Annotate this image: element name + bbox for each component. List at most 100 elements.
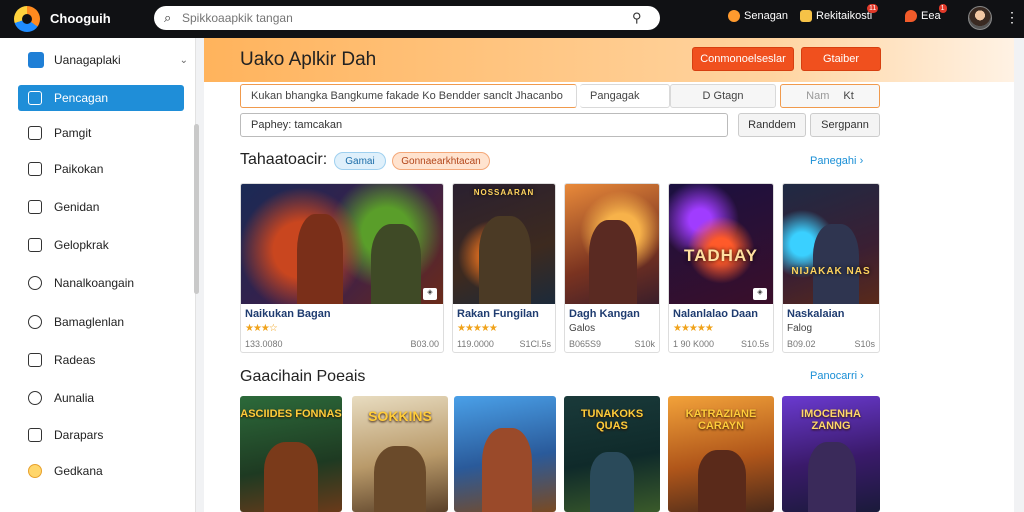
page-title: Uako Aplkir Dah: [240, 49, 377, 70]
card-title: Rakan Fungilan: [457, 308, 539, 320]
sidebar-item-darapars[interactable]: Darapars: [18, 422, 184, 448]
primary-button[interactable]: Conmonoelseslar: [692, 47, 794, 71]
search-bar[interactable]: ⌕ ⚲: [154, 6, 660, 30]
sidebar-item-pencagan[interactable]: Pencagan: [18, 85, 184, 111]
pill-category[interactable]: Gonnaearkhtacan: [392, 152, 490, 170]
pill-gamai[interactable]: Gamai: [334, 152, 386, 170]
more-menu-icon[interactable]: ⋮: [1005, 9, 1019, 26]
card-meta: B09.02 S10s: [787, 339, 875, 349]
sidebar: Uanagaplaki ⌄ Pencagan Pamgit Paikokan G…: [0, 38, 199, 512]
game-card[interactable]: NIJAKAK NAS Naskalaian Falog B09.02 S10s: [782, 183, 880, 353]
main-content: Uako Aplkir Dah Conmonoelseslar Gtaiber …: [204, 38, 1014, 512]
game-logo: SOKKINS: [368, 408, 432, 424]
hero-figure: [482, 428, 532, 512]
coin-icon: [728, 10, 740, 22]
sidebar-item-bamaglenlan[interactable]: Bamaglenlan: [18, 309, 184, 335]
sidebar-item-gelopkrak[interactable]: Gelopkrak: [18, 232, 184, 258]
search-icon: ⌕: [164, 10, 172, 25]
game-tile[interactable]: SOKKINS: [352, 396, 448, 512]
game-tile[interactable]: [454, 396, 556, 512]
chevron-right-icon: ›: [860, 370, 864, 382]
key-icon: [28, 276, 42, 290]
filter-pangagak[interactable]: Pangagak: [580, 84, 670, 108]
card-meta: 133.0080 B03.00: [245, 339, 439, 349]
hero-figure: [589, 220, 637, 304]
filter-text-field[interactable]: Kukan bhangka Bangkume fakade Ko Bendder…: [240, 84, 577, 108]
chevron-right-icon: ›: [859, 155, 864, 167]
sidebar-item-pamgit[interactable]: Pamgit: [18, 120, 184, 146]
filter-row: Kukan bhangka Bangkume fakade Ko Bendder…: [240, 84, 880, 108]
secondary-search-field[interactable]: Paphey: tamcakan: [240, 113, 728, 137]
see-all-link[interactable]: Panegahi ›: [810, 155, 863, 167]
rating-stars: ★★★☆: [245, 323, 278, 334]
card-icon: [28, 126, 42, 140]
sidebar-header[interactable]: Uanagaplaki ⌄: [28, 52, 188, 68]
game-tile[interactable]: KATRAZIANE CARAYN: [668, 396, 774, 512]
filter-name[interactable]: Nam Kt: [780, 84, 880, 108]
sidebar-item-paikokan[interactable]: Paikokan: [18, 156, 184, 182]
sort-button[interactable]: Sergpann: [810, 113, 880, 137]
game-card[interactable]: NOSSAARAN Rakan Fungilan ★★★★★ 119.0000 S…: [452, 183, 556, 353]
card-title: Dagh Kangan: [569, 308, 640, 320]
hero-figure: [297, 214, 343, 304]
hero-figure: [698, 450, 746, 512]
hero-figure: [264, 442, 318, 512]
app-square-icon: [28, 52, 44, 68]
top-bar: Chooguih ⌕ ⚲ Senagan Rekitaikosti 11 Eea…: [0, 0, 1024, 38]
card-subtitle: Galos: [569, 323, 596, 334]
game-card[interactable]: TADHAY ◈ Nalanlalao Daan ★★★★★ 1 90 K000…: [668, 183, 774, 353]
user-icon: [28, 315, 42, 329]
card-meta: B065S9 S10k: [569, 339, 655, 349]
avatar[interactable]: [968, 6, 992, 30]
sidebar-item-genidan[interactable]: Genidan: [18, 194, 184, 220]
card-meta: 119.0000 S1Cl.5s: [457, 339, 551, 349]
smile-icon: [28, 464, 42, 478]
random-button[interactable]: Randdem: [738, 113, 806, 137]
hero-banner: Uako Aplkir Dah Conmonoelseslar Gtaiber: [204, 38, 1014, 82]
sidebar-item-aunalia[interactable]: Aunalia: [18, 385, 184, 411]
sidebar-item-nanalkoangain[interactable]: Nanalkoangain: [18, 270, 184, 296]
chevron-down-icon[interactable]: ⌄: [180, 55, 188, 66]
topbar-label: Eea 1: [921, 4, 947, 22]
sidebar-item-radeas[interactable]: Radeas: [18, 347, 184, 373]
card-title: Naikukan Bagan: [245, 308, 331, 320]
game-tile[interactable]: TUNAKOKS QUAS: [564, 396, 660, 512]
secondary-button[interactable]: Gtaiber: [801, 47, 881, 71]
see-all-link[interactable]: Panocarri ›: [810, 370, 864, 382]
card-meta: 1 90 K000 S10.5s: [673, 339, 769, 349]
topbar-item-senagan[interactable]: Senagan: [728, 10, 788, 22]
hero-figure: [374, 446, 426, 512]
game-logo: IMOCENHA ZANNG: [801, 408, 861, 432]
topbar-item-rekitaikosti[interactable]: Rekitaikosti 11: [800, 4, 879, 22]
topbar-label: Rekitaikosti 11: [816, 4, 879, 22]
game-logo: KATRAZIANE CARAYN: [685, 408, 757, 432]
search-submit-icon[interactable]: ⚲: [632, 10, 650, 26]
pin-icon[interactable]: ◈: [423, 288, 437, 300]
box-icon: [28, 428, 42, 442]
hero-figure: [808, 442, 856, 512]
topbar-item-eea[interactable]: Eea 1: [905, 4, 947, 22]
section-title: Tahaatoacir:: [240, 151, 328, 168]
game-logo: NOSSAARAN: [473, 188, 535, 197]
doc-icon: [28, 162, 42, 176]
flame-icon: [905, 10, 917, 22]
game-logo: TADHAY: [683, 246, 758, 265]
game-logo: TUNAKOKS QUAS: [580, 408, 644, 432]
hero-figure: [590, 452, 634, 512]
game-tile[interactable]: ASCIIDES FONNAS: [240, 396, 342, 512]
grid-icon: [800, 10, 812, 22]
card-title: Nalanlalao Daan: [673, 308, 758, 320]
game-art: NIJAKAK NAS: [783, 184, 879, 304]
search-input[interactable]: [182, 11, 632, 25]
sidebar-scrollbar[interactable]: [194, 124, 199, 294]
game-card[interactable]: Dagh Kangan Galos B065S9 S10k: [564, 183, 660, 353]
game-card[interactable]: ◈ Naikukan Bagan ★★★☆ 133.0080 B03.00: [240, 183, 444, 353]
game-logo: ASCIIDES FONNAS: [240, 408, 342, 420]
app-logo-icon[interactable]: [14, 6, 40, 32]
notification-badge: 1: [938, 4, 947, 13]
pin-icon[interactable]: ◈: [753, 288, 767, 300]
sidebar-item-gedkana[interactable]: Gedkana: [18, 458, 184, 484]
card-title: Naskalaian: [787, 308, 845, 320]
filter-gtagn[interactable]: D Gtagn: [670, 84, 776, 108]
game-tile[interactable]: IMOCENHA ZANNG: [782, 396, 880, 512]
